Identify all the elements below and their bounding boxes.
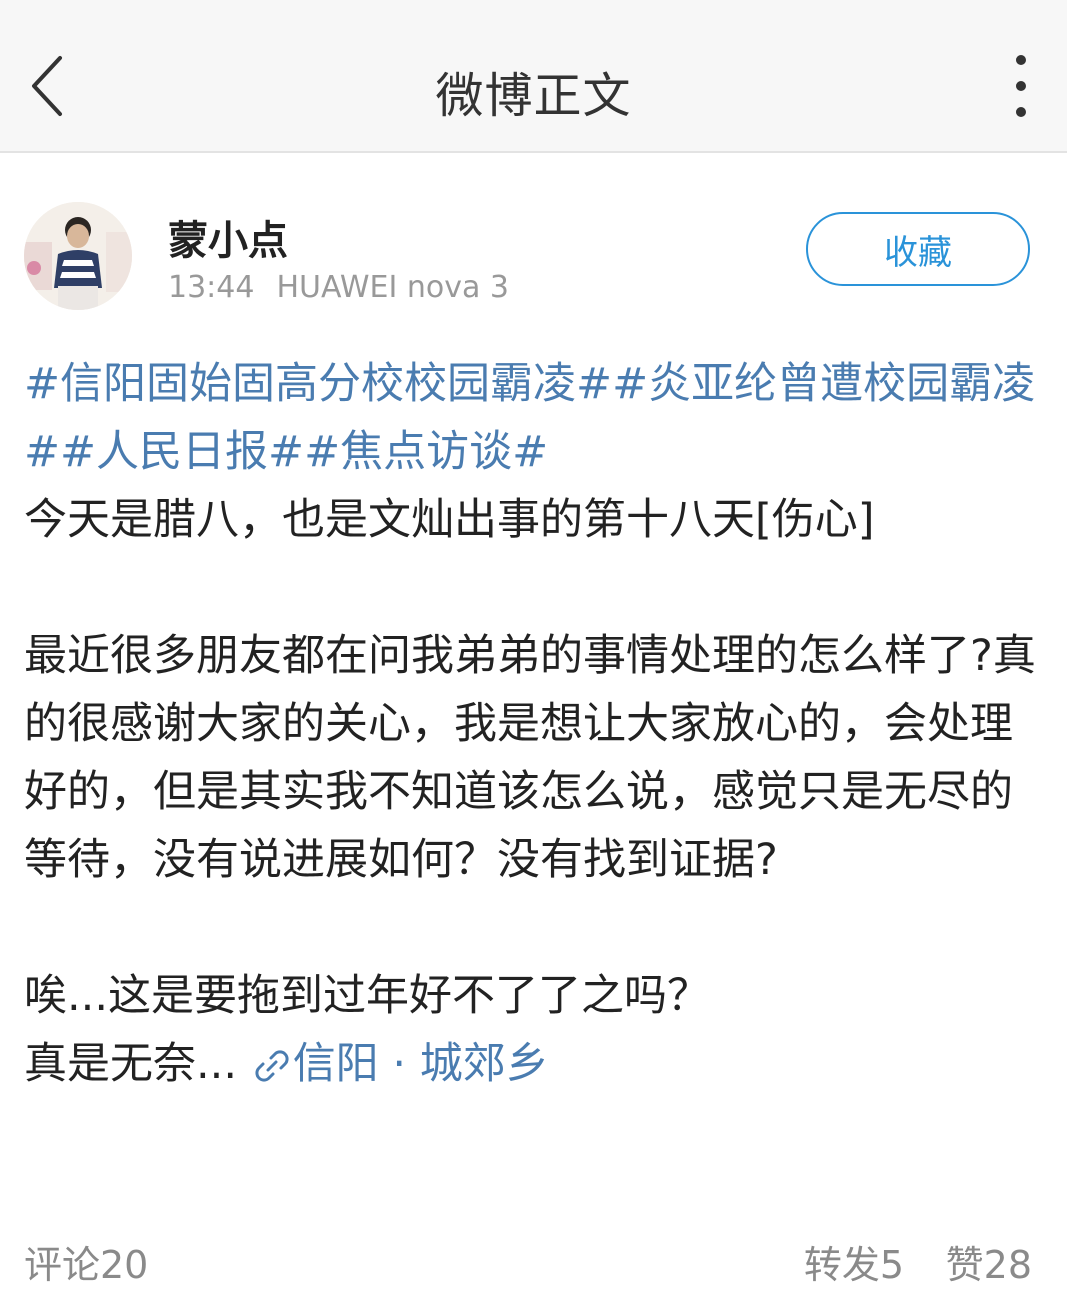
like-button[interactable]: 赞28 — [946, 1234, 1032, 1289]
post-text-last-line: 真是无奈... 信阳 · 城郊乡 — [24, 1030, 1044, 1098]
repost-button[interactable]: 转发5 — [804, 1234, 904, 1289]
topic-link[interactable]: #人民日报# — [60, 427, 304, 477]
page-title: 微博正文 — [435, 68, 632, 124]
more-button[interactable] — [1001, 50, 1041, 126]
post-text-line: 今天是腊八，也是文灿出事的第十八天[伤心] — [24, 495, 875, 545]
avatar-image — [24, 202, 132, 310]
top-bar: 微博正文 — [0, 0, 1067, 153]
post-meta: 13:44 HUAWEI nova 3 — [168, 270, 509, 305]
link-icon — [255, 1050, 289, 1082]
favorite-button[interactable]: 收藏 — [806, 212, 1030, 286]
post-content: #信阳固始固高分校校园霸凌##炎亚纶曾遭校园霸凌##人民日报##焦点访谈# 今天… — [24, 350, 1044, 1098]
location-text: 信阳 · 城郊乡 — [292, 1039, 549, 1089]
post-text-line: 真是无奈... — [24, 1039, 238, 1089]
topic-link[interactable]: #信阳固始固高分校校园霸凌# — [24, 359, 612, 409]
comments-button[interactable]: 评论20 — [24, 1234, 148, 1289]
topic-list: #信阳固始固高分校校园霸凌##炎亚纶曾遭校园霸凌##人民日报##焦点访谈# — [24, 350, 1044, 486]
post-text-line: 唉...这是要拖到过年好不了了之吗？ — [24, 971, 711, 1021]
post-footer: 评论20 转发5 赞28 — [24, 1234, 1032, 1290]
more-vertical-icon — [1016, 55, 1026, 117]
avatar[interactable] — [24, 202, 132, 310]
location-link[interactable]: 信阳 · 城郊乡 — [251, 1039, 549, 1089]
author-name[interactable]: 蒙小点 — [168, 208, 288, 266]
post-time: 13:44 — [168, 270, 255, 305]
post-device: HUAWEI nova 3 — [276, 270, 509, 305]
topic-link[interactable]: #焦点访谈# — [304, 427, 548, 477]
post-text-paragraph: 最近很多朋友都在问我弟弟的事情处理的怎么样了?真的很感谢大家的关心，我是想让大家… — [24, 631, 1036, 885]
